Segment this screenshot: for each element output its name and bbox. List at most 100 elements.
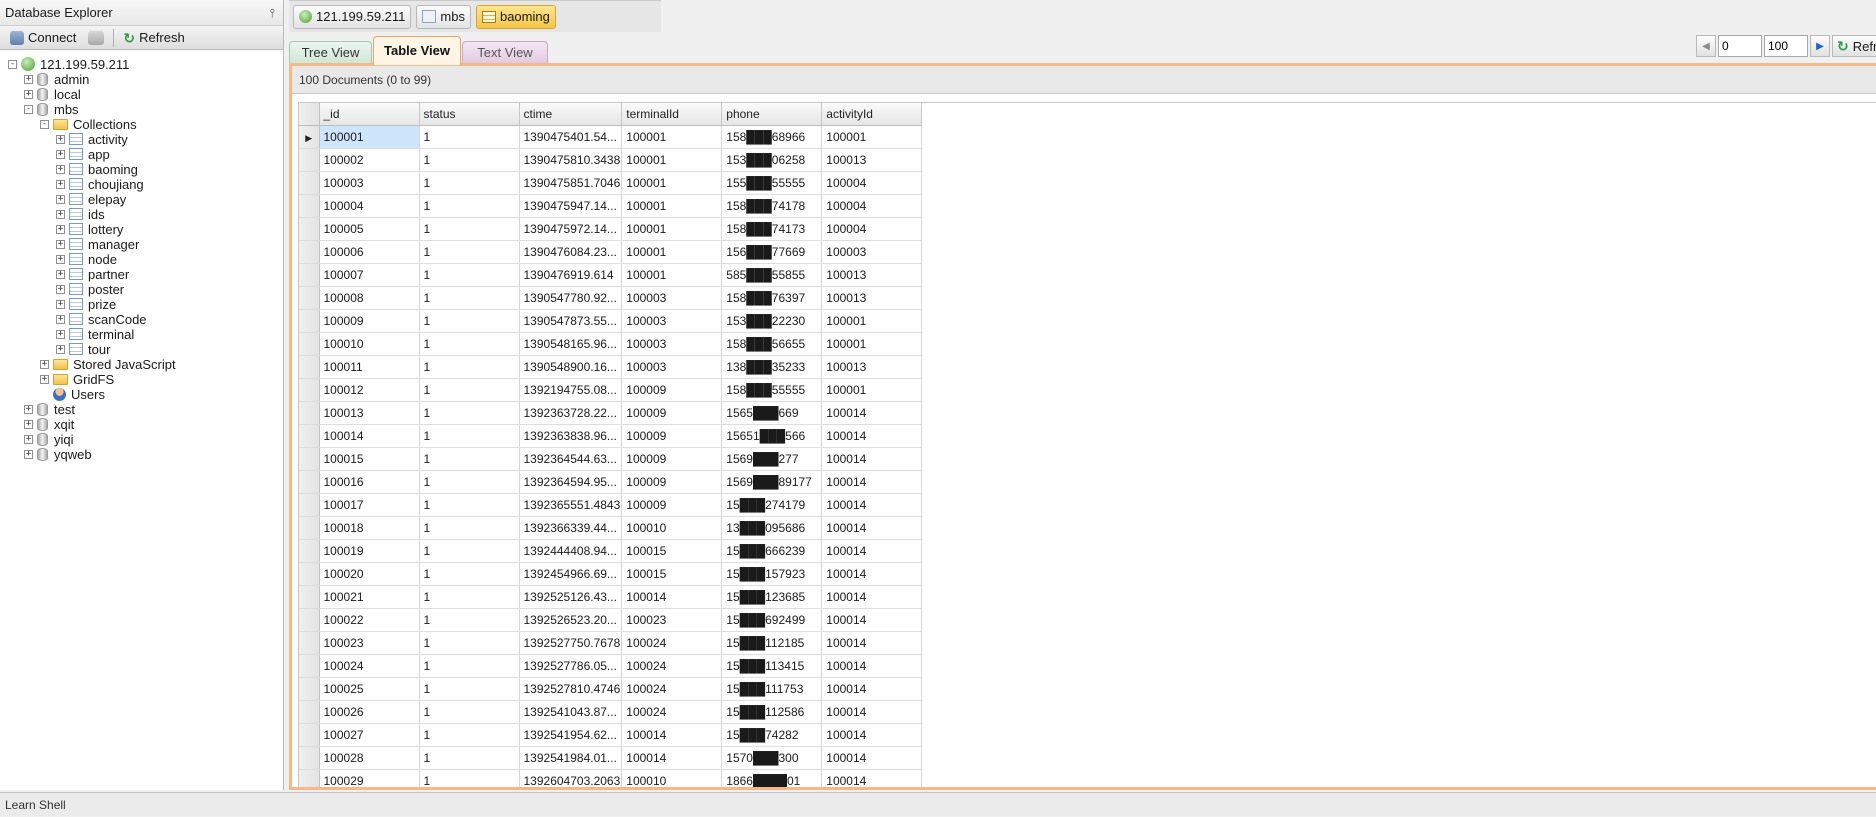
table-cell[interactable]: 100014 xyxy=(621,723,723,747)
table-row[interactable]: 100006 1 1390476084.23... 100001 156███77669… xyxy=(299,240,923,264)
table-cell[interactable]: 100014 xyxy=(821,654,923,678)
table-cell[interactable]: 100012 xyxy=(319,378,420,402)
table-cell[interactable]: 100014 xyxy=(821,631,923,655)
table-cell[interactable]: 100009 xyxy=(621,470,723,494)
table-cell[interactable]: 1 xyxy=(419,401,520,425)
table-cell[interactable]: 100013 xyxy=(821,286,923,310)
row-header[interactable] xyxy=(299,470,320,494)
table-cell[interactable]: 1 xyxy=(419,240,520,264)
table-cell[interactable]: 100024 xyxy=(621,677,723,701)
table-row[interactable]: 100005 1 1390475972.14... 100001 158███74173… xyxy=(299,217,923,241)
table-cell[interactable]: 15███157923 xyxy=(721,562,823,586)
expand-icon[interactable]: + xyxy=(40,374,49,384)
row-header[interactable] xyxy=(299,263,320,287)
table-cell[interactable]: 100001 xyxy=(621,217,723,241)
table-cell[interactable]: 100014 xyxy=(621,585,723,609)
table-cell[interactable]: 100004 xyxy=(319,194,420,218)
tab-table-view[interactable]: Table View xyxy=(373,36,461,65)
row-header[interactable] xyxy=(299,332,320,356)
column-header[interactable]: status xyxy=(419,103,520,126)
table-cell[interactable]: 100028 xyxy=(319,746,420,770)
table-row[interactable]: 100028 1 1392541984.01... 100014 1570███300 1… xyxy=(299,746,923,770)
skip-input[interactable] xyxy=(1718,35,1762,57)
table-row[interactable]: 100017 1 1392365551.4843 100009 15███274179 1… xyxy=(299,493,923,517)
row-header[interactable] xyxy=(299,539,320,563)
table-cell[interactable]: 1390548165.96... xyxy=(519,332,623,356)
table-cell[interactable]: 100023 xyxy=(621,608,723,632)
expand-icon[interactable]: + xyxy=(40,359,49,369)
row-header[interactable] xyxy=(299,654,320,678)
table-cell[interactable]: 100009 xyxy=(319,309,420,333)
table-cell[interactable]: 100014 xyxy=(821,493,923,517)
table-cell[interactable]: 15███666239 xyxy=(721,539,823,563)
table-cell[interactable]: 1390475947.14... xyxy=(519,194,623,218)
expand-icon[interactable]: + xyxy=(56,254,65,264)
table-cell[interactable]: 100003 xyxy=(621,332,723,356)
table-row[interactable]: 100022 1 1392526523.20... 100023 15███692499… xyxy=(299,608,923,632)
table-cell[interactable]: 1 xyxy=(419,332,520,356)
table-cell[interactable]: 1392364594.95... xyxy=(519,470,623,494)
table-cell[interactable]: 1 xyxy=(419,769,520,787)
table-cell[interactable]: 100009 xyxy=(621,424,723,448)
table-cell[interactable]: 158███74173 xyxy=(721,217,823,241)
table-cell[interactable]: 100014 xyxy=(821,424,923,448)
refresh-button[interactable]: ↻ Refresh xyxy=(117,27,190,49)
row-header[interactable] xyxy=(299,286,320,310)
table-row[interactable]: 100010 1 1390548165.96... 100003 158███56655… xyxy=(299,332,923,356)
table-cell[interactable]: 1390548900.16... xyxy=(519,355,623,379)
table-cell[interactable]: 1 xyxy=(419,148,520,172)
table-cell[interactable]: 100007 xyxy=(319,263,420,287)
next-page-button[interactable]: ▶ xyxy=(1810,35,1830,57)
column-header[interactable]: terminalId xyxy=(621,103,723,126)
row-header[interactable] xyxy=(299,746,320,770)
table-cell[interactable]: 100015 xyxy=(319,447,420,471)
table-row[interactable]: 100023 1 1392527750.7678 100024 15███112185 1… xyxy=(299,631,923,655)
breadcrumb-server[interactable]: 121.199.59.211 xyxy=(293,4,412,29)
table-cell[interactable]: 1390547873.55... xyxy=(519,309,623,333)
table-cell[interactable]: 100014 xyxy=(821,723,923,747)
table-cell[interactable]: 1 xyxy=(419,470,520,494)
table-cell[interactable]: 1392527786.05... xyxy=(519,654,623,678)
table-cell[interactable]: 100021 xyxy=(319,585,420,609)
table-cell[interactable]: 1570███300 xyxy=(721,746,823,770)
table-cell[interactable]: 1866████01 xyxy=(721,769,823,787)
column-header[interactable]: ctime xyxy=(519,103,623,126)
table-cell[interactable]: 100004 xyxy=(821,217,923,241)
expand-icon[interactable]: + xyxy=(56,164,65,174)
table-cell[interactable]: 1390547780.92... xyxy=(519,286,623,310)
table-cell[interactable]: 100009 xyxy=(621,493,723,517)
table-cell[interactable]: 100019 xyxy=(319,539,420,563)
table-row[interactable]: 100029 1 1392604703.2063 100010 1866████01 10… xyxy=(299,769,923,787)
table-cell[interactable]: 15███692499 xyxy=(721,608,823,632)
table-cell[interactable]: 100014 xyxy=(821,746,923,770)
table-cell[interactable]: 100013 xyxy=(821,148,923,172)
row-header[interactable] xyxy=(299,516,320,540)
table-row[interactable]: 100021 1 1392525126.43... 100014 15███123685… xyxy=(299,585,923,609)
table-cell[interactable]: 1 xyxy=(419,424,520,448)
data-grid[interactable]: _id status ctime terminalId phone activityId … xyxy=(298,102,1876,787)
expand-icon[interactable]: + xyxy=(56,314,65,324)
table-cell[interactable]: 100003 xyxy=(621,286,723,310)
collapse-icon[interactable]: - xyxy=(8,59,17,69)
row-header[interactable] xyxy=(299,309,320,333)
table-row[interactable]: 100027 1 1392541954.62... 100014 15███74282 1… xyxy=(299,723,923,747)
table-cell[interactable]: 1569███277 xyxy=(721,447,823,471)
table-cell[interactable]: 100024 xyxy=(319,654,420,678)
row-header[interactable] xyxy=(299,608,320,632)
table-cell[interactable]: 1565███669 xyxy=(721,401,823,425)
disconnect-button[interactable] xyxy=(82,27,110,49)
table-row[interactable]: 100008 1 1390547780.92... 100003 158███76397… xyxy=(299,286,923,310)
table-row[interactable]: 100015 1 1392364544.63... 100009 1569███277 1… xyxy=(299,447,923,471)
table-cell[interactable]: 100003 xyxy=(319,171,420,195)
table-cell[interactable]: 100001 xyxy=(621,194,723,218)
row-header[interactable] xyxy=(299,401,320,425)
expand-icon[interactable]: + xyxy=(24,449,33,459)
row-header[interactable] xyxy=(299,723,320,747)
table-cell[interactable]: 100029 xyxy=(319,769,420,787)
table-cell[interactable]: 1 xyxy=(419,171,520,195)
table-cell[interactable]: 100001 xyxy=(821,378,923,402)
table-cell[interactable]: 1390476919.614 xyxy=(519,263,623,287)
table-cell[interactable]: 158███56655 xyxy=(721,332,823,356)
table-row[interactable]: 100013 1 1392363728.22... 100009 1565███669 1… xyxy=(299,401,923,425)
expand-icon[interactable]: + xyxy=(56,269,65,279)
